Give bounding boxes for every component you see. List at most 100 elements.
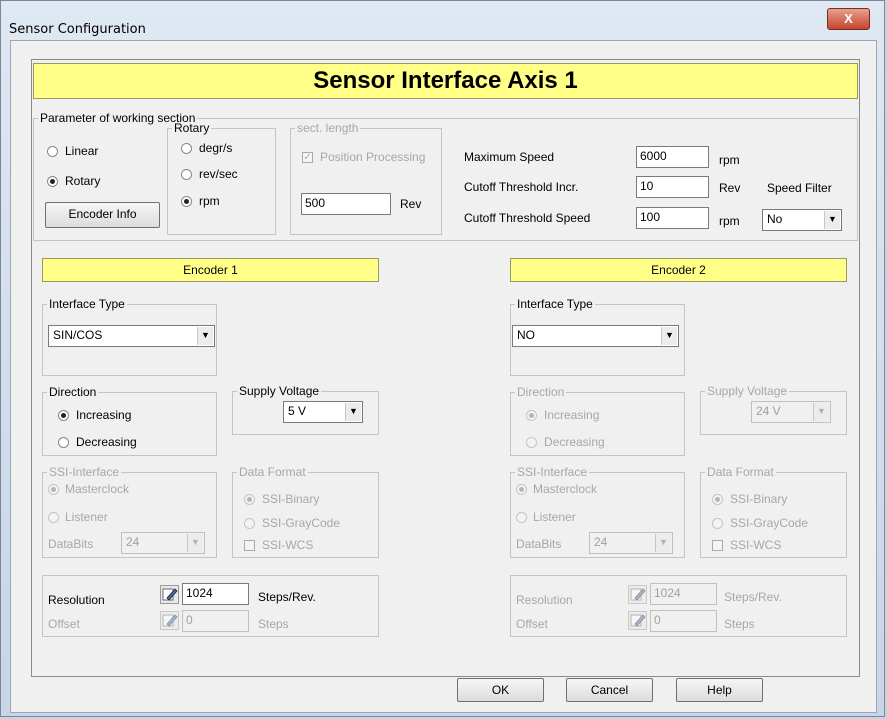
encoder1-ssi-binary-label: SSI-Binary <box>262 492 320 506</box>
position-processing-checkbox[interactable]: ✓ <box>302 152 313 163</box>
encoder1-supply-legend: Supply Voltage <box>239 384 320 398</box>
rotary-radio[interactable] <box>47 176 58 187</box>
encoder2-ssi-wcs-checkbox[interactable] <box>712 540 723 551</box>
edit-pencil-icon[interactable] <box>628 611 647 630</box>
encoder2-ssi-gray-radio[interactable] <box>712 518 723 529</box>
encoder1-increasing-label: Increasing <box>76 408 132 422</box>
encoder2-offset-input[interactable]: 0 <box>650 610 717 632</box>
encoder1-offset-input[interactable]: 0 <box>182 610 249 632</box>
encoder2-offset-unit: Steps <box>724 617 755 631</box>
degr-radio[interactable] <box>181 143 192 154</box>
rev-sec-label: rev/sec <box>199 167 238 181</box>
encoder1-databits-value: 24 <box>126 535 140 549</box>
encoder1-resolution-unit: Steps/Rev. <box>258 590 316 604</box>
encoder2-resolution-label: Resolution <box>516 593 573 607</box>
chevron-down-icon[interactable]: ▼ <box>187 534 203 552</box>
encoder2-offset-label: Offset <box>516 617 548 631</box>
close-button[interactable]: X <box>827 8 870 30</box>
encoder2-resolution-input[interactable]: 1024 <box>650 583 717 605</box>
rpm-radio[interactable] <box>181 196 192 207</box>
encoder2-supply-value: 24 V <box>756 404 781 418</box>
encoder2-ssi-binary-radio[interactable] <box>712 494 723 505</box>
rev-sec-radio[interactable] <box>181 169 192 180</box>
encoder1-offset-unit: Steps <box>258 617 289 631</box>
chevron-down-icon[interactable]: ▼ <box>813 403 829 421</box>
encoder2-increasing-label: Increasing <box>544 408 600 422</box>
encoder1-ssi-binary-radio[interactable] <box>244 494 255 505</box>
encoder1-listener-radio[interactable] <box>48 512 59 523</box>
degr-label: degr/s <box>199 141 233 155</box>
cancel-button[interactable]: Cancel <box>566 678 653 702</box>
window-title: Sensor Configuration <box>9 22 146 37</box>
encoder2-ssi-binary-label: SSI-Binary <box>730 492 788 506</box>
cutoff-incr-label: Cutoff Threshold Incr. <box>464 180 579 194</box>
encoder2-increasing-radio[interactable] <box>526 410 537 421</box>
dialog-client: Sensor Interface Axis 1 Parameter of wor… <box>10 40 877 713</box>
chevron-down-icon[interactable]: ▼ <box>661 327 677 345</box>
chevron-down-icon[interactable]: ▼ <box>655 534 671 552</box>
encoder2-ssi-wcs-label: SSI-WCS <box>730 538 782 552</box>
encoder2-banner: Encoder 2 <box>510 258 847 282</box>
sect-length-group: sect. length <box>290 122 442 235</box>
position-processing-label: Position Processing <box>320 150 426 164</box>
encoder2-listener-radio[interactable] <box>516 512 527 523</box>
encoder2-databits-value: 24 <box>594 535 608 549</box>
help-button[interactable]: Help <box>676 678 763 702</box>
encoder1-direction-legend: Direction <box>49 385 97 399</box>
encoder2-interface-value: NO <box>517 328 535 342</box>
encoder2-ssi-legend: SSI-Interface <box>517 465 588 479</box>
rotary-label: Rotary <box>65 174 101 188</box>
linear-radio[interactable] <box>47 146 58 157</box>
encoder1-increasing-radio[interactable] <box>58 410 69 421</box>
edit-pencil-icon[interactable] <box>160 585 179 604</box>
max-speed-input[interactable]: 6000 <box>636 146 709 168</box>
speed-filter-label: Speed Filter <box>767 181 832 195</box>
encoder1-databits-label: DataBits <box>48 537 94 551</box>
encoder2-decreasing-label: Decreasing <box>544 435 605 449</box>
encoder2-masterclock-radio[interactable] <box>516 484 527 495</box>
encoder-info-button[interactable]: Encoder Info <box>45 202 160 228</box>
encoder1-supply-value: 5 V <box>288 404 307 418</box>
encoder2-ssi-gray-label: SSI-GrayCode <box>730 516 809 530</box>
encoder1-interface-select[interactable]: SIN/COS ▼ <box>48 325 215 347</box>
encoder1-ssi-wcs-checkbox[interactable] <box>244 540 255 551</box>
encoder2-supply-select[interactable]: 24 V ▼ <box>751 401 831 423</box>
encoder1-masterclock-radio[interactable] <box>48 484 59 495</box>
encoder1-interface-legend: Interface Type <box>49 297 125 311</box>
encoder1-resolution-label: Resolution <box>48 593 105 607</box>
encoder2-databits-label: DataBits <box>516 537 562 551</box>
rpm-label: rpm <box>199 194 220 208</box>
encoder1-banner: Encoder 1 <box>42 258 379 282</box>
chevron-down-icon[interactable]: ▼ <box>824 211 840 229</box>
chevron-down-icon[interactable]: ▼ <box>345 403 361 421</box>
encoder1-decreasing-label: Decreasing <box>76 435 137 449</box>
edit-pencil-icon[interactable] <box>628 585 647 604</box>
edit-pencil-icon[interactable] <box>160 611 179 630</box>
encoder1-decreasing-radio[interactable] <box>58 437 69 448</box>
chevron-down-icon[interactable]: ▼ <box>197 327 213 345</box>
encoder1-databits-select[interactable]: 24 ▼ <box>121 532 205 554</box>
cutoff-incr-input[interactable]: 10 <box>636 176 709 198</box>
encoder2-interface-legend: Interface Type <box>517 297 593 311</box>
cutoff-speed-input[interactable]: 100 <box>636 207 709 229</box>
sect-length-input[interactable]: 500 <box>301 193 391 215</box>
encoder2-databits-select[interactable]: 24 ▼ <box>589 532 673 554</box>
encoder2-decreasing-radio[interactable] <box>526 437 537 448</box>
encoder2-interface-select[interactable]: NO ▼ <box>512 325 679 347</box>
encoder1-ssi-legend: SSI-Interface <box>49 465 120 479</box>
max-speed-label: Maximum Speed <box>464 150 555 164</box>
encoder2-resolution-unit: Steps/Rev. <box>724 590 782 604</box>
content-frame: Sensor Interface Axis 1 Parameter of wor… <box>31 59 860 677</box>
encoder2-format-legend: Data Format <box>707 465 774 479</box>
encoder1-ssi-gray-radio[interactable] <box>244 518 255 529</box>
ok-button[interactable]: OK <box>457 678 544 702</box>
encoder1-interface-value: SIN/COS <box>53 328 103 342</box>
speed-filter-value: No <box>767 212 783 226</box>
encoder1-resolution-input[interactable]: 1024 <box>182 583 249 605</box>
linear-label: Linear <box>65 144 99 158</box>
speed-filter-select[interactable]: No ▼ <box>762 209 842 231</box>
encoder1-supply-select[interactable]: 5 V ▼ <box>283 401 363 423</box>
sect-length-unit: Rev <box>400 197 422 211</box>
encoder1-masterclock-label: Masterclock <box>65 482 130 496</box>
encoder2-masterclock-label: Masterclock <box>533 482 598 496</box>
